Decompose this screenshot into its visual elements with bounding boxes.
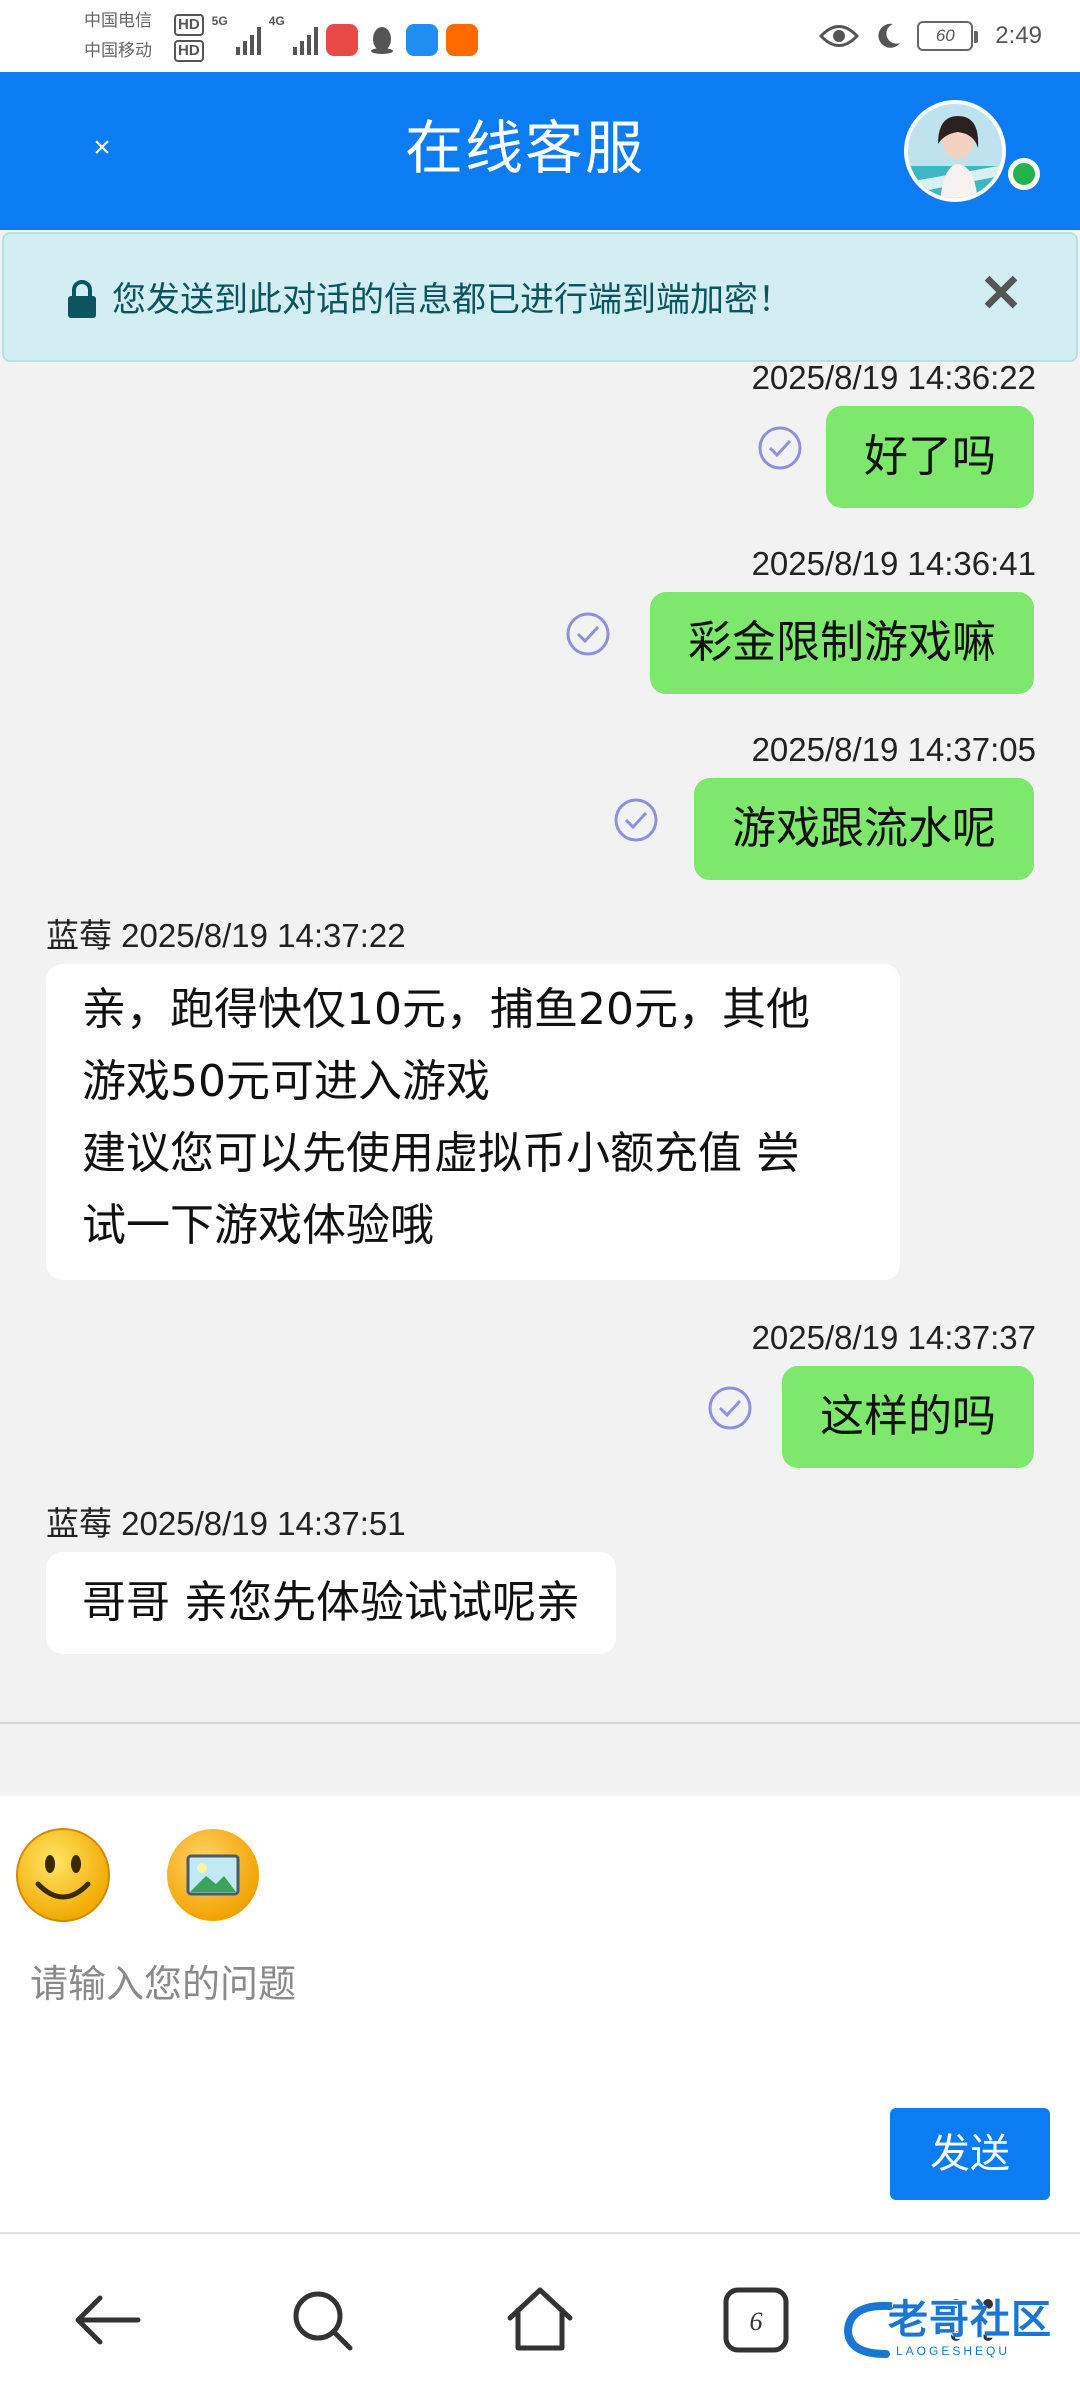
status-bar: 中国电信 中国移动 HD HD 5G 4G 60 2:49: [0, 0, 1080, 72]
message-timestamp: 2025/8/19 14:36:22: [751, 359, 1036, 396]
navigation-bar: 6 老哥社区 LAOGESHEQU: [0, 2232, 1080, 2400]
network-type-1: 5G: [211, 14, 228, 28]
network-type-2: 4G: [268, 14, 285, 28]
chat-header: × 在线客服: [0, 72, 1080, 230]
chat-page: 中国电信 中国移动 HD HD 5G 4G 60 2:49 × 在线客服 您发送…: [0, 0, 1080, 2400]
outgoing-message[interactable]: 好了吗: [826, 406, 1034, 508]
weather-icon: [405, 24, 438, 56]
clock: 2:49: [995, 22, 1042, 49]
encryption-notice: 您发送到此对话的信息都已进行端到端加密！: [112, 280, 792, 320]
tabs-icon[interactable]: 6: [716, 2280, 796, 2360]
emoji-button[interactable]: [14, 1826, 112, 1924]
read-check-icon: [758, 426, 802, 470]
lock-icon: [68, 280, 96, 318]
read-check-icon: [614, 798, 658, 842]
incoming-message[interactable]: 亲，跑得快仅10元，捕鱼20元，其他 游戏50元可进入游戏 建议您可以先使用虚拟…: [46, 964, 900, 1280]
watermark-text: 老哥社区: [888, 2297, 1052, 2343]
status-right: 60 2:49: [819, 16, 1042, 56]
message-line: 建议您可以先使用虚拟币小额充值 尝: [82, 1128, 800, 1179]
battery-icon: 60: [917, 21, 979, 51]
message-timestamp: 2025/8/19 14:36:41: [751, 545, 1036, 582]
dismiss-banner-button[interactable]: ✕: [976, 264, 1026, 324]
agent-avatar-image: [908, 104, 1002, 198]
divider: [0, 1722, 1080, 1724]
watermark-subtext: LAOGESHEQU: [896, 2344, 1011, 2358]
signal-icon: [292, 25, 318, 55]
send-button[interactable]: 发送: [890, 2108, 1050, 2200]
message-timestamp: 2025/8/19 14:37:37: [751, 1319, 1036, 1356]
encryption-banner: 您发送到此对话的信息都已进行端到端加密！ ✕: [2, 232, 1078, 362]
eye-icon: [819, 25, 860, 47]
outgoing-message[interactable]: 游戏跟流水呢: [694, 778, 1034, 880]
sender-timestamp: 蓝莓 2025/8/19 14:37:22: [46, 917, 406, 954]
watermark-logo: 老哥社区 LAOGESHEQU: [840, 2294, 1070, 2364]
page-title: 在线客服: [404, 114, 645, 182]
hd-badge-2: HD: [174, 40, 204, 62]
message-line: 亲，跑得快仅10元，捕鱼20元，其他: [82, 984, 810, 1035]
hd-badge-1: HD: [174, 14, 204, 36]
search-icon[interactable]: [282, 2280, 362, 2360]
composer: 发送: [0, 1796, 1080, 2232]
network-icons: HD HD 5G 4G: [172, 14, 478, 66]
taobao-icon: [445, 24, 478, 56]
message-line: 试一下游戏体验哦: [82, 1200, 434, 1251]
read-check-icon: [708, 1386, 752, 1430]
image-upload-button[interactable]: [164, 1826, 262, 1924]
outgoing-message[interactable]: 这样的吗: [782, 1366, 1034, 1468]
avatar[interactable]: [904, 100, 1006, 202]
signal-icon: [235, 25, 261, 55]
read-check-icon: [566, 612, 610, 656]
carrier-2: 中国移动: [84, 41, 152, 61]
svg-text:6: 6: [750, 2307, 763, 2336]
incoming-message[interactable]: 哥哥 亲您先体验试试呢亲: [46, 1552, 616, 1654]
carrier-info: 中国电信 中国移动: [84, 6, 164, 66]
message-line: 哥哥 亲您先体验试试呢亲: [82, 1577, 580, 1628]
home-icon[interactable]: [500, 2280, 580, 2360]
sender-timestamp: 蓝莓 2025/8/19 14:37:51: [46, 1505, 406, 1542]
back-arrow-icon[interactable]: [68, 2280, 148, 2360]
message-line: 游戏50元可进入游戏: [82, 1056, 490, 1107]
online-status-dot: [1008, 158, 1040, 190]
qq-icon: [370, 27, 393, 54]
carrier-1: 中国电信: [84, 11, 152, 31]
moon-icon: [878, 23, 901, 48]
outgoing-message[interactable]: 彩金限制游戏嘛: [650, 592, 1034, 694]
app-store-icon: [325, 24, 358, 56]
message-timestamp: 2025/8/19 14:37:05: [751, 731, 1036, 768]
